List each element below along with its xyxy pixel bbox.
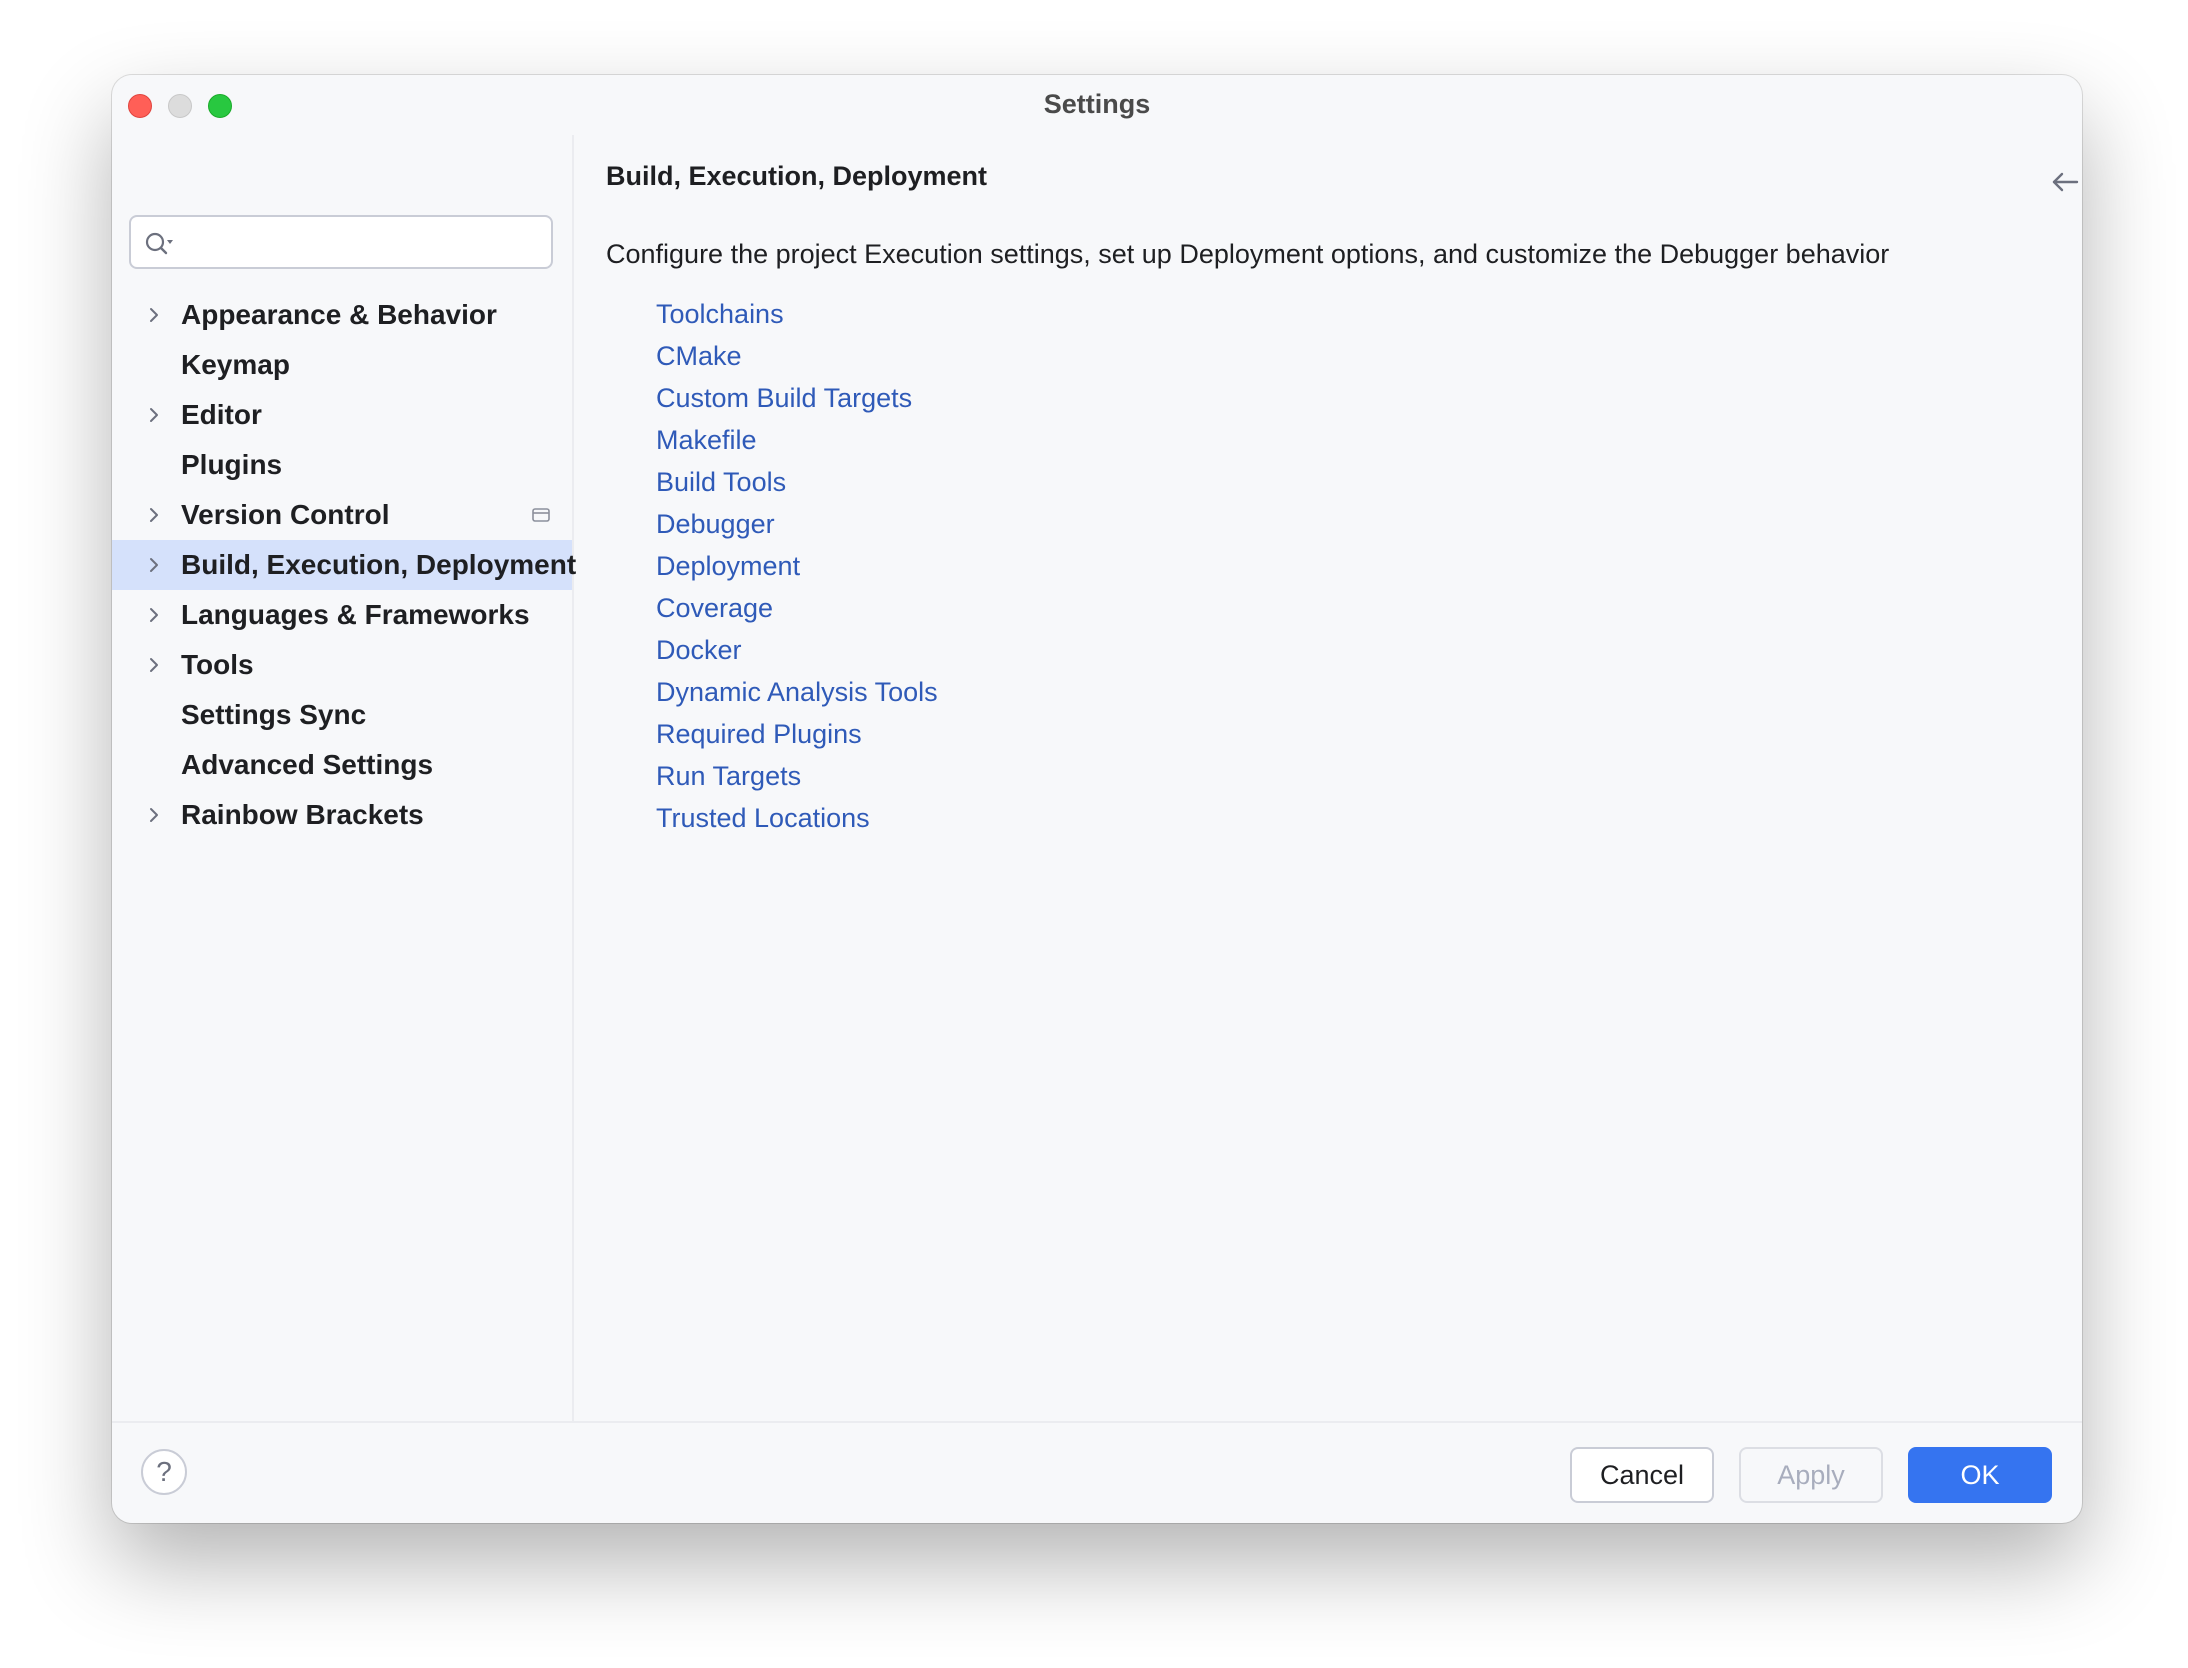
sidebar-item-plugins[interactable]: Plugins	[112, 440, 572, 490]
chevron-right-icon[interactable]	[145, 806, 163, 824]
help-button[interactable]: ?	[141, 1449, 187, 1495]
link-dynamic-analysis-tools[interactable]: Dynamic Analysis Tools	[656, 671, 938, 713]
subsection-links: Toolchains CMake Custom Build Targets Makef…	[656, 293, 938, 839]
window-title: Settings	[1043, 89, 1151, 119]
search-input[interactable]	[181, 225, 545, 261]
apply-button[interactable]: Apply	[1739, 1447, 1883, 1503]
settings-dialog: Settings Appearance & Behavior Keymap Edit…	[112, 75, 2082, 1523]
settings-tree: Appearance & Behavior Keymap Editor Plugins…	[112, 290, 576, 840]
link-debugger[interactable]: Debugger	[656, 503, 938, 545]
sidebar-item-tools[interactable]: Tools	[112, 640, 572, 690]
cancel-button[interactable]: Cancel	[1570, 1447, 1714, 1503]
sidebar-item-advanced-settings[interactable]: Advanced Settings	[112, 740, 572, 790]
title-bar: Settings	[112, 75, 2082, 135]
sidebar-item-label: Rainbow Brackets	[181, 799, 424, 830]
chevron-right-icon[interactable]	[145, 306, 163, 324]
settings-sidebar: Appearance & Behavior Keymap Editor Plugins…	[112, 135, 576, 1423]
search-box[interactable]	[129, 215, 553, 269]
sidebar-item-settings-sync[interactable]: Settings Sync	[112, 690, 572, 740]
sidebar-item-label: Tools	[181, 649, 254, 680]
link-deployment[interactable]: Deployment	[656, 545, 938, 587]
ok-button[interactable]: OK	[1908, 1447, 2052, 1503]
link-build-tools[interactable]: Build Tools	[656, 461, 938, 503]
link-trusted-locations[interactable]: Trusted Locations	[656, 797, 938, 839]
sidebar-item-label: Advanced Settings	[181, 749, 434, 780]
link-cmake[interactable]: CMake	[656, 335, 938, 377]
link-makefile[interactable]: Makefile	[656, 419, 938, 461]
link-toolchains[interactable]: Toolchains	[656, 293, 938, 335]
link-custom-build-targets[interactable]: Custom Build Targets	[656, 377, 938, 419]
link-coverage[interactable]: Coverage	[656, 587, 938, 629]
sidebar-item-rainbow-brackets[interactable]: Rainbow Brackets	[112, 790, 572, 840]
project-scope-icon	[532, 508, 550, 522]
page-title: Build, Execution, Deployment	[606, 161, 988, 191]
sidebar-item-label: Keymap	[181, 349, 290, 380]
dialog-footer: ? Cancel Apply OK	[112, 1421, 2082, 1523]
sidebar-item-languages-frameworks[interactable]: Languages & Frameworks	[112, 590, 572, 640]
sidebar-item-editor[interactable]: Editor	[112, 390, 572, 440]
chevron-right-icon[interactable]	[145, 506, 163, 524]
sidebar-item-build-execution-deployment[interactable]: Build, Execution, Deployment	[112, 540, 576, 590]
content-panel: Build, Execution, Deployment Configure t…	[606, 135, 2082, 1423]
chevron-right-icon[interactable]	[145, 606, 163, 624]
sidebar-item-appearance-behavior[interactable]: Appearance & Behavior	[112, 290, 572, 340]
link-run-targets[interactable]: Run Targets	[656, 755, 938, 797]
sidebar-item-label: Languages & Frameworks	[181, 599, 530, 630]
sidebar-item-label: Plugins	[181, 449, 283, 480]
sidebar-item-label: Editor	[181, 399, 262, 430]
chevron-right-icon[interactable]	[145, 656, 163, 674]
back-arrow-icon[interactable]	[2050, 171, 2080, 193]
sidebar-item-version-control[interactable]: Version Control	[112, 490, 572, 540]
link-docker[interactable]: Docker	[656, 629, 938, 671]
link-required-plugins[interactable]: Required Plugins	[656, 713, 938, 755]
sidebar-item-label: Build, Execution, Deployment	[181, 549, 577, 580]
sidebar-item-keymap[interactable]: Keymap	[112, 340, 572, 390]
sidebar-item-label: Version Control	[181, 499, 390, 530]
search-icon[interactable]	[143, 230, 175, 258]
sidebar-item-label: Appearance & Behavior	[181, 299, 497, 330]
page-description: Configure the project Execution settings…	[606, 239, 1890, 269]
sidebar-item-label: Settings Sync	[181, 699, 367, 730]
chevron-right-icon[interactable]	[145, 406, 163, 424]
chevron-right-icon[interactable]	[145, 556, 163, 574]
